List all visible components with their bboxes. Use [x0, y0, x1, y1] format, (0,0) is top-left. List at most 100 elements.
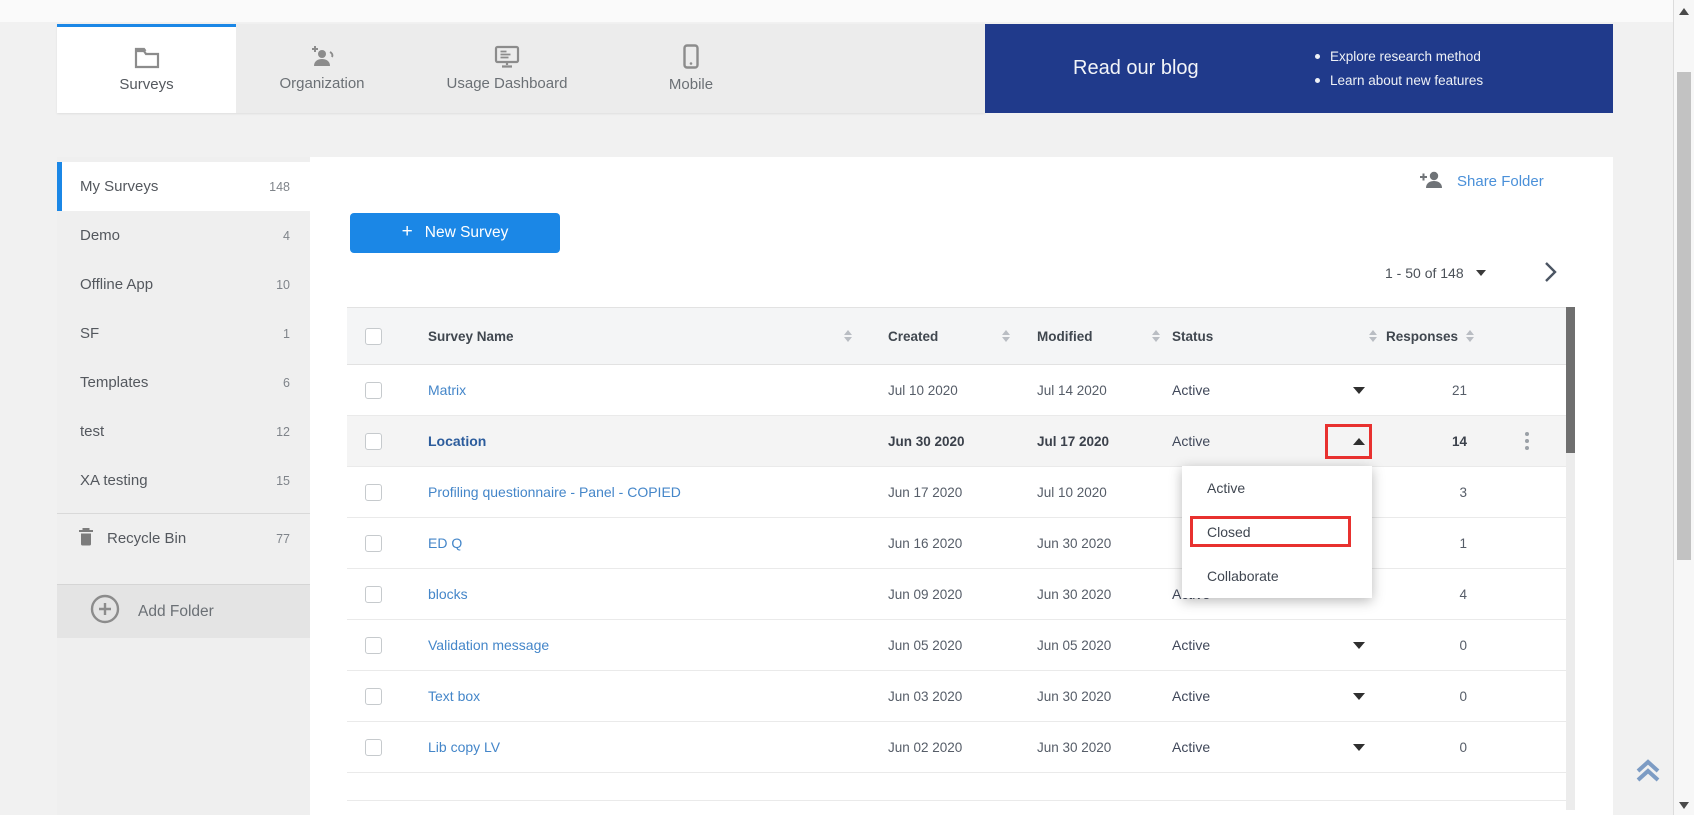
folder-label: SF — [80, 325, 283, 342]
survey-name-cell: ED Q — [407, 535, 870, 551]
pagination-label: 1 - 50 of 148 — [1385, 265, 1464, 281]
status-dropdown-toggle[interactable] — [1347, 633, 1371, 657]
dropdown-item-collaborate[interactable]: Collaborate — [1182, 554, 1372, 598]
header-modified[interactable]: Modified — [1020, 329, 1170, 344]
sidebar-folder-item[interactable]: SF 1 — [57, 309, 310, 358]
add-folder-button[interactable]: Add Folder — [57, 584, 310, 638]
plus-icon: + — [402, 221, 413, 243]
tab-usage-dashboard[interactable]: Usage Dashboard — [408, 24, 606, 113]
folder-label: XA testing — [80, 472, 276, 489]
row-checkbox[interactable] — [365, 535, 382, 552]
sidebar-folder-item[interactable]: XA testing 15 — [57, 456, 310, 505]
status-label: Active — [1172, 739, 1210, 755]
tab-mobile[interactable]: Mobile — [606, 24, 776, 113]
modified-date: Jun 30 2020 — [1020, 740, 1170, 755]
row-checkbox[interactable] — [365, 739, 382, 756]
header-status[interactable]: Status — [1170, 329, 1387, 344]
sort-icon[interactable] — [1002, 330, 1010, 342]
sort-icon[interactable] — [1369, 330, 1377, 342]
status-dropdown-menu: Active Closed Collaborate — [1182, 466, 1372, 598]
row-checkbox-cell — [347, 739, 407, 756]
next-page-button[interactable] — [1538, 260, 1562, 284]
sidebar-folder-item[interactable]: Templates 6 — [57, 358, 310, 407]
row-checkbox[interactable] — [365, 688, 382, 705]
survey-name-link[interactable]: Lib copy LV — [428, 739, 500, 755]
status-label: Active — [1172, 433, 1210, 449]
folder-count: 4 — [283, 229, 290, 243]
header-created[interactable]: Created — [870, 329, 1020, 344]
status-label: Active — [1172, 688, 1210, 704]
tab-surveys[interactable]: Surveys — [57, 24, 236, 113]
header-responses[interactable]: Responses — [1387, 329, 1566, 344]
folder-label: My Surveys — [80, 178, 269, 195]
pagination-selector[interactable]: 1 - 50 of 148 — [1385, 265, 1486, 281]
scroll-to-top-button[interactable] — [1626, 748, 1670, 792]
surveys-table: Survey Name Created Modified Status Resp… — [347, 307, 1566, 801]
survey-name-link[interactable]: Location — [428, 433, 486, 449]
table-row: ED Q Jun 16 2020 Jun 30 2020 1 — [347, 518, 1566, 569]
row-checkbox[interactable] — [365, 382, 382, 399]
tab-organization[interactable]: Organization — [236, 24, 408, 113]
folder-label: test — [80, 423, 276, 440]
row-checkbox[interactable] — [365, 586, 382, 603]
recycle-bin-count: 77 — [276, 532, 290, 546]
created-date: Jul 10 2020 — [870, 383, 1020, 398]
table-scrollbar-track[interactable] — [1566, 307, 1575, 810]
folder-label: Demo — [80, 227, 283, 244]
share-folder-button[interactable]: Share Folder — [1418, 168, 1544, 195]
status-dropdown-toggle[interactable] — [1347, 684, 1371, 708]
header-checkbox-cell — [347, 328, 407, 345]
sidebar-folder-item[interactable]: test 12 — [57, 407, 310, 456]
table-scrollbar-thumb[interactable] — [1566, 307, 1575, 453]
sort-icon[interactable] — [1466, 330, 1474, 342]
survey-name-link[interactable]: blocks — [428, 586, 468, 602]
status-dropdown-toggle[interactable] — [1347, 429, 1371, 453]
row-checkbox-cell — [347, 484, 407, 501]
caret-icon — [1353, 438, 1365, 445]
new-survey-button[interactable]: + New Survey — [350, 213, 560, 253]
row-checkbox[interactable] — [365, 637, 382, 654]
survey-name-link[interactable]: Text box — [428, 688, 480, 704]
header-survey-name[interactable]: Survey Name — [407, 329, 870, 344]
survey-name-link[interactable]: Matrix — [428, 382, 466, 398]
row-checkbox-cell — [347, 637, 407, 654]
modified-date: Jun 30 2020 — [1020, 689, 1170, 704]
dropdown-item-active[interactable]: Active — [1182, 466, 1372, 510]
row-checkbox-cell — [347, 586, 407, 603]
sidebar-folder-item[interactable]: Demo 4 — [57, 211, 310, 260]
mobile-icon — [683, 44, 699, 69]
trash-icon — [78, 527, 94, 551]
kebab-menu-icon[interactable] — [1525, 431, 1529, 452]
sidebar-folder-list: My Surveys 148 Demo 4 Offline App 10 SF … — [57, 157, 310, 505]
row-checkbox[interactable] — [365, 484, 382, 501]
select-all-checkbox[interactable] — [365, 328, 382, 345]
sidebar-folder-item[interactable]: Offline App 10 — [57, 260, 310, 309]
status-dropdown-toggle[interactable] — [1347, 378, 1371, 402]
survey-name-link[interactable]: Validation message — [428, 637, 549, 653]
browser-scrollbar[interactable] — [1673, 0, 1694, 815]
survey-name-link[interactable]: ED Q — [428, 535, 462, 551]
browser-scrollbar-thumb[interactable] — [1677, 72, 1691, 560]
scrollbar-up-arrow-icon[interactable] — [1679, 8, 1689, 15]
created-date: Jun 05 2020 — [870, 638, 1020, 653]
row-checkbox-cell — [347, 433, 407, 450]
dropdown-item-closed[interactable]: Closed — [1182, 510, 1372, 554]
sidebar-item-recycle-bin[interactable]: Recycle Bin 77 — [57, 514, 310, 563]
row-checkbox-cell — [347, 688, 407, 705]
row-checkbox[interactable] — [365, 433, 382, 450]
table-row: Text box Jun 03 2020 Jun 30 2020 Active … — [347, 671, 1566, 722]
table-row: blocks Jun 09 2020 Jun 30 2020 Active 4 — [347, 569, 1566, 620]
row-menu-cell — [1467, 431, 1566, 452]
created-date: Jun 16 2020 — [870, 536, 1020, 551]
status-dropdown-toggle[interactable] — [1347, 735, 1371, 759]
sidebar-folder-item[interactable]: My Surveys 148 — [57, 162, 310, 211]
sort-icon[interactable] — [844, 330, 852, 342]
blog-banner[interactable]: Read our blog Explore research method Le… — [985, 24, 1613, 113]
tab-label: Usage Dashboard — [447, 75, 568, 92]
banner-bullet-list: Explore research method Learn about new … — [1315, 24, 1483, 113]
sort-icon[interactable] — [1152, 330, 1160, 342]
survey-name-link[interactable]: Profiling questionnaire - Panel - COPIED — [428, 484, 681, 500]
modified-date: Jul 14 2020 — [1020, 383, 1170, 398]
scrollbar-down-arrow-icon[interactable] — [1679, 802, 1689, 809]
table-row: Validation message Jun 05 2020 Jun 05 20… — [347, 620, 1566, 671]
